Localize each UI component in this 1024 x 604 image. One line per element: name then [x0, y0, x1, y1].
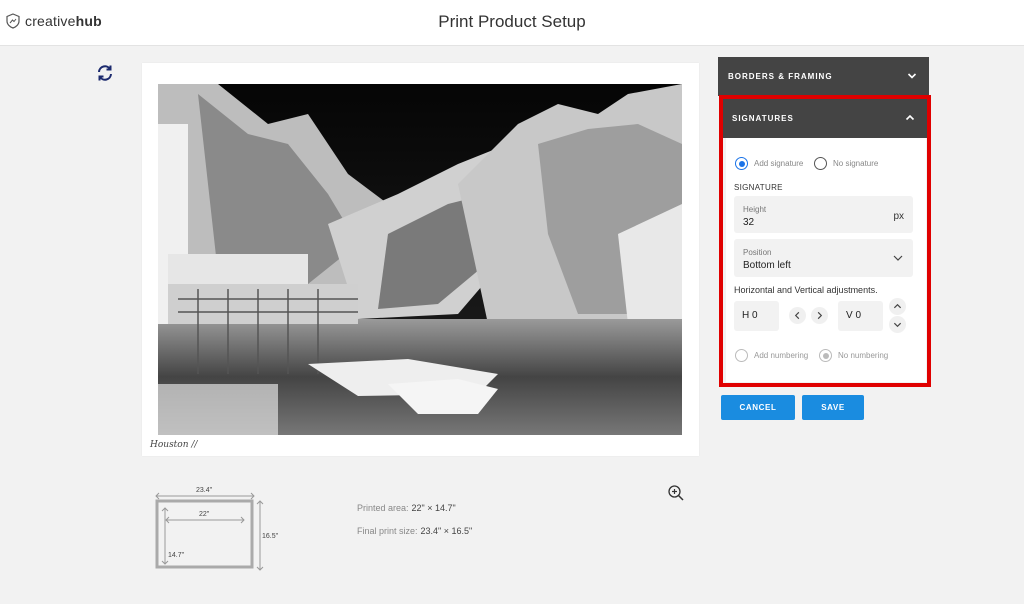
no-numbering-radio[interactable]: No numbering: [819, 349, 888, 362]
save-button[interactable]: SAVE: [802, 395, 864, 420]
height-unit: px: [893, 211, 904, 222]
horizontal-offset-input[interactable]: H 0: [734, 301, 779, 331]
vertical-offset-input[interactable]: V 0: [838, 301, 883, 331]
position-value: Bottom left: [743, 260, 791, 271]
refresh-icon[interactable]: [95, 63, 115, 83]
adjustments-label: Horizontal and Vertical adjustments.: [734, 285, 878, 295]
radio-unselected: [814, 157, 827, 170]
dimensions-diagram: 23.4" 22" 16.5" 14.7": [155, 487, 279, 571]
add-numbering-radio[interactable]: Add numbering: [735, 349, 808, 362]
printed-area-info: Printed area: 22" × 14.7": [357, 503, 456, 513]
preview-photo: [158, 84, 682, 435]
move-up-button[interactable]: [889, 298, 906, 315]
height-input[interactable]: 32: [743, 217, 754, 228]
radio-unselected: [735, 349, 748, 362]
page-title: Print Product Setup: [438, 12, 586, 31]
chevron-down-icon: [893, 322, 902, 328]
inner-width-label: 22": [199, 511, 210, 518]
chevron-up-icon: [905, 114, 915, 121]
radio-selected: [819, 349, 832, 362]
signature-preview: Houston //: [150, 440, 198, 450]
move-left-button[interactable]: [789, 307, 806, 324]
signatures-panel: Add signature No signature SIGNATURE Hei…: [726, 138, 926, 382]
chevron-left-icon: [794, 311, 800, 320]
print-preview: Houston //: [142, 63, 699, 456]
move-down-button[interactable]: [889, 316, 906, 333]
chevron-up-icon: [893, 303, 902, 309]
outer-height-label: 16.5": [262, 533, 279, 540]
signature-section-label: SIGNATURE: [734, 183, 783, 192]
borders-framing-title: BORDERS & FRAMING: [728, 72, 833, 81]
signatures-title: SIGNATURES: [732, 114, 794, 123]
no-signature-radio[interactable]: No signature: [814, 157, 878, 170]
outer-width-label: 23.4": [196, 487, 213, 494]
chevron-down-icon: [907, 73, 917, 79]
add-signature-radio[interactable]: Add signature: [735, 157, 803, 170]
move-right-button[interactable]: [811, 307, 828, 324]
chevron-right-icon: [817, 311, 823, 320]
final-size-info: Final print size: 23.4" × 16.5": [357, 526, 473, 536]
app-header: creativehub Print Product Setup: [0, 0, 1024, 46]
radio-selected: [735, 157, 748, 170]
cancel-button[interactable]: CANCEL: [721, 395, 795, 420]
inner-height-label: 14.7": [168, 552, 185, 559]
zoom-in-icon[interactable]: [667, 484, 685, 502]
height-field[interactable]: Height 32 px: [734, 196, 913, 233]
signatures-header[interactable]: SIGNATURES: [722, 99, 927, 138]
chevron-down-icon: [893, 255, 903, 261]
position-select[interactable]: Position Bottom left: [734, 239, 913, 277]
borders-framing-header[interactable]: BORDERS & FRAMING: [718, 57, 929, 96]
